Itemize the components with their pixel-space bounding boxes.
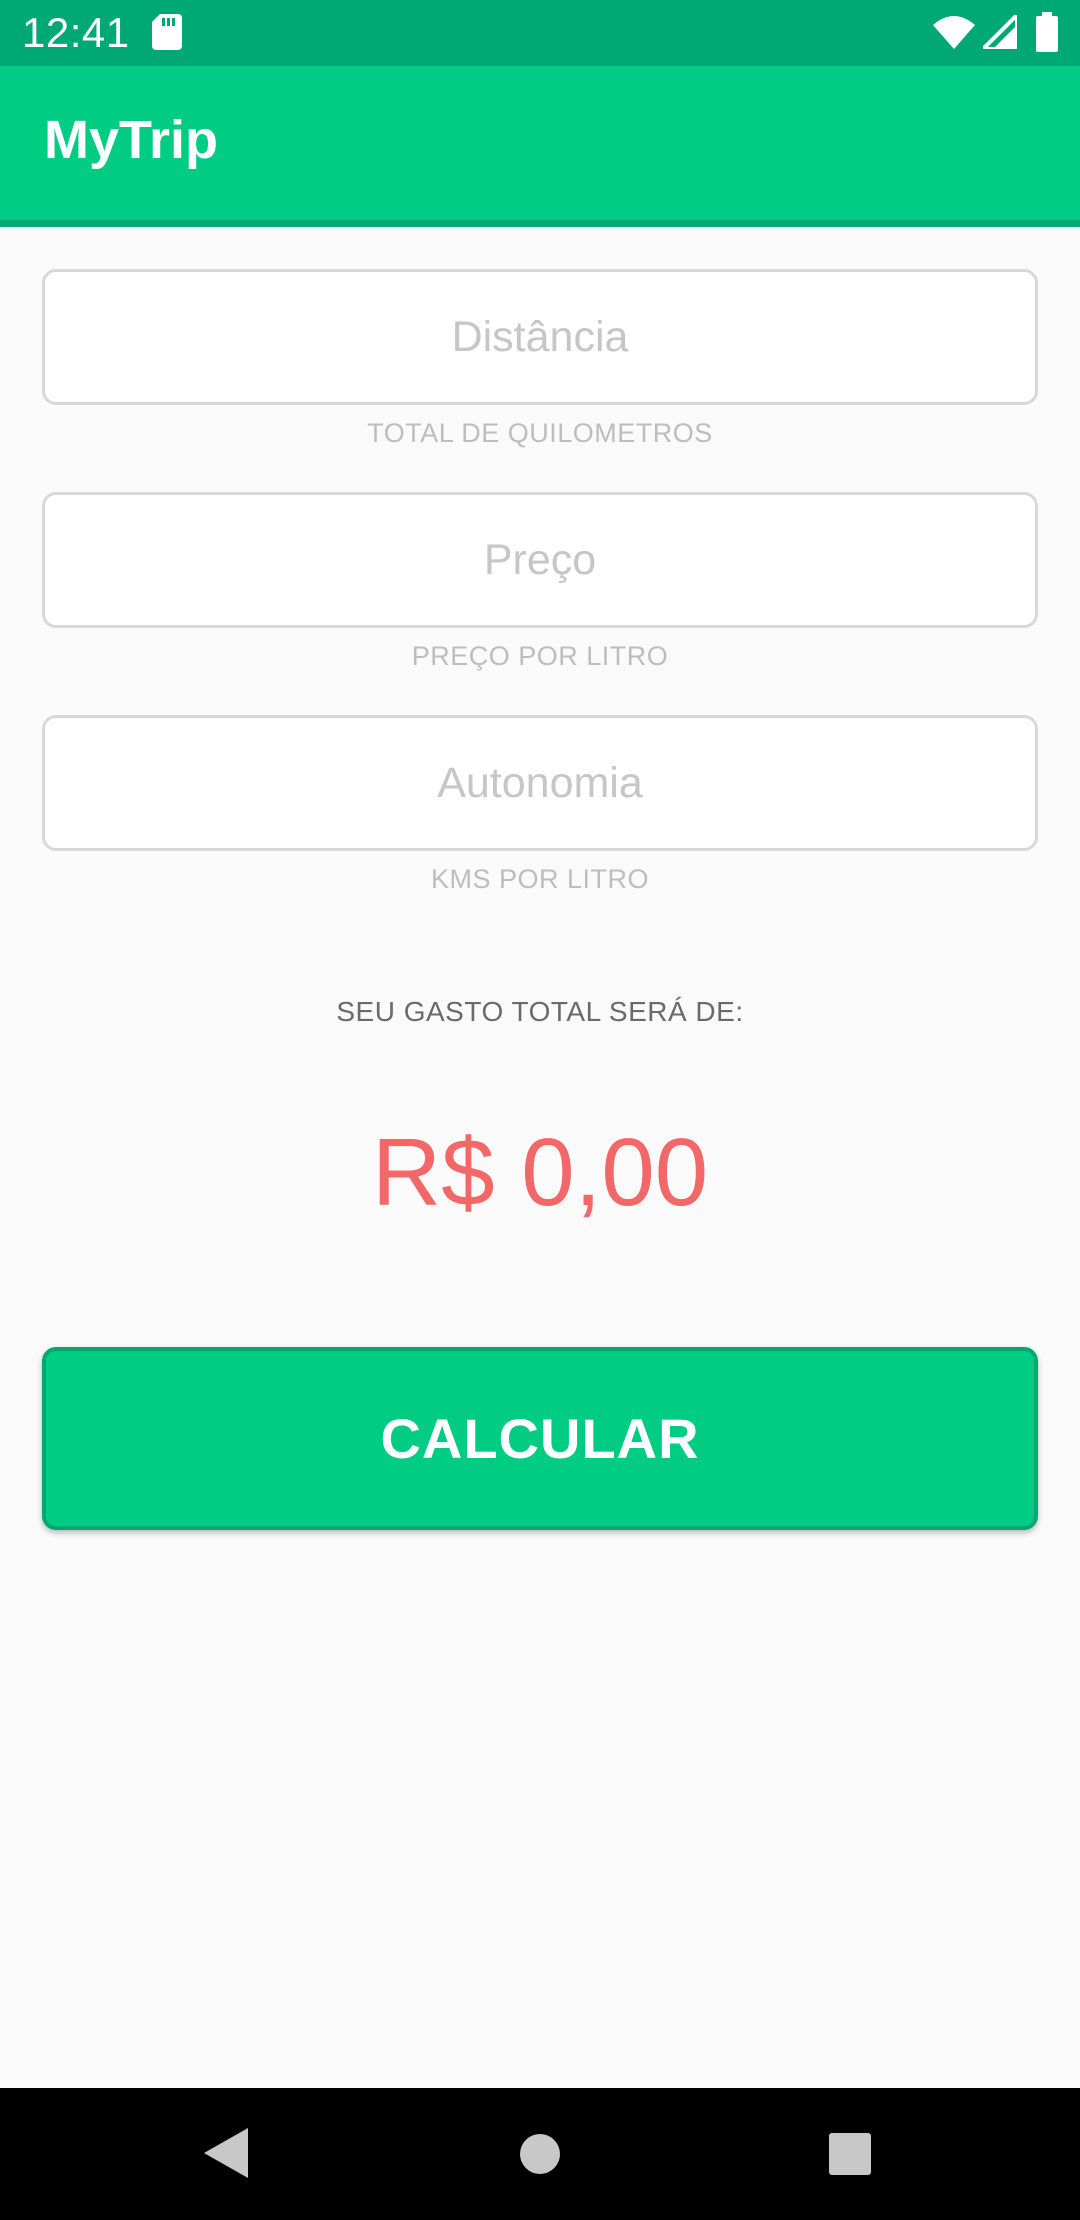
price-field[interactable] bbox=[42, 492, 1038, 628]
status-time: 12:41 bbox=[22, 9, 130, 56]
app-bar-divider bbox=[0, 220, 1080, 227]
distance-field[interactable] bbox=[42, 269, 1038, 405]
price-helper: PREÇO POR LITRO bbox=[411, 641, 669, 671]
nav-bar bbox=[0, 2088, 1080, 2220]
back-icon[interactable] bbox=[204, 2128, 248, 2178]
status-bar: 12:41 bbox=[0, 0, 1080, 66]
autonomy-helper: KMS POR LITRO bbox=[430, 864, 650, 894]
calculate-button[interactable]: CALCULAR bbox=[42, 1347, 1038, 1530]
sd-card-icon bbox=[152, 14, 182, 50]
total-value: R$ 0,00 bbox=[371, 1119, 709, 1226]
app-bar: MyTrip bbox=[0, 66, 1080, 220]
autonomy-field[interactable] bbox=[42, 715, 1038, 851]
battery-icon bbox=[1036, 12, 1058, 52]
distance-input[interactable] bbox=[45, 272, 1035, 402]
app-title: MyTrip bbox=[44, 110, 219, 170]
cell-signal-icon bbox=[983, 15, 1017, 49]
wifi-icon bbox=[933, 16, 975, 49]
price-input[interactable] bbox=[45, 495, 1035, 625]
autonomy-input[interactable] bbox=[45, 718, 1035, 848]
total-label: SEU GASTO TOTAL SERÁ DE: bbox=[336, 996, 744, 1027]
recents-icon[interactable] bbox=[829, 2133, 871, 2175]
home-icon[interactable] bbox=[520, 2134, 560, 2174]
distance-helper: TOTAL DE QUILOMETROS bbox=[367, 418, 713, 448]
